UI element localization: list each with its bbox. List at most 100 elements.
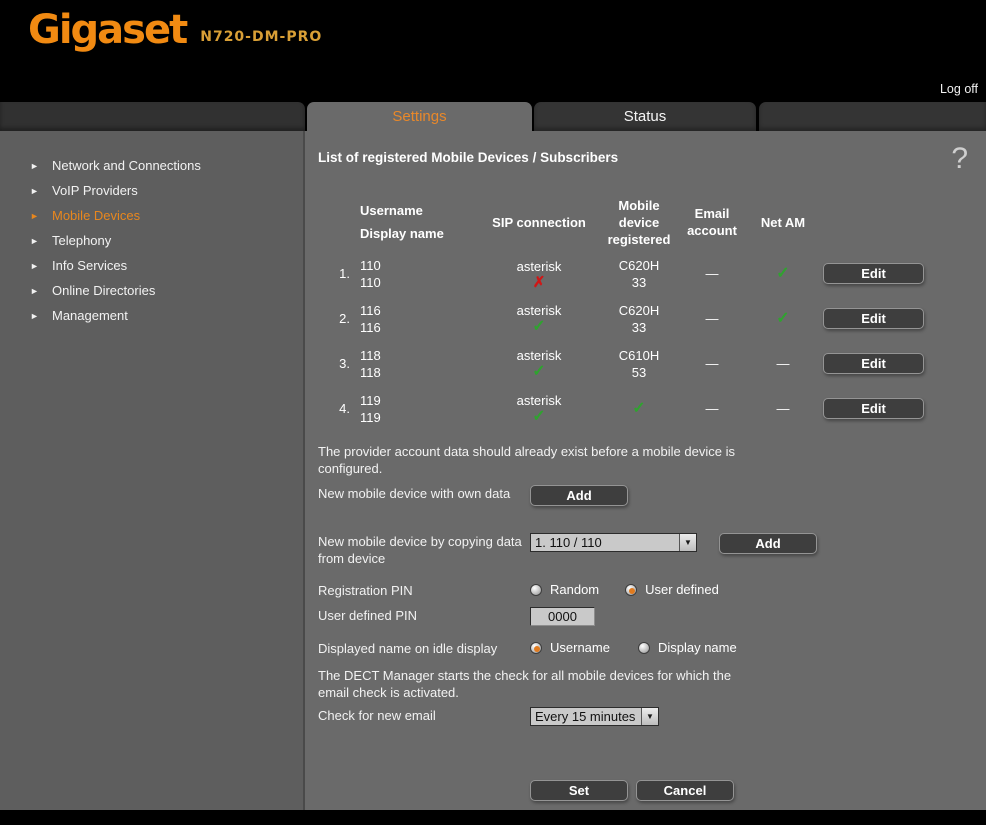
col-net-am: Net AM (745, 214, 821, 231)
arrow-right-icon: ► (30, 211, 52, 221)
radio-icon (638, 642, 650, 654)
set-button[interactable]: Set (530, 780, 628, 801)
user-defined-pin-input[interactable] (530, 607, 595, 626)
user-defined-pin-row: User defined PIN (318, 607, 966, 626)
action-buttons: Set Cancel (530, 780, 966, 801)
sidebar-item-label: Telephony (52, 233, 111, 248)
tabbar-right-spacer (759, 102, 986, 131)
radio-random-label: Random (550, 582, 599, 597)
gigaset-logo: Gigaset (28, 8, 186, 52)
registration-pin-label: Registration PIN (318, 582, 530, 599)
cross-icon: ✗ (479, 275, 599, 290)
sidebar: ► Network and Connections ► VoIP Provide… (0, 131, 305, 810)
check-icon: ✓ (479, 409, 599, 425)
sidebar-item-online-directories[interactable]: ► Online Directories (0, 278, 303, 303)
radio-random[interactable]: Random (530, 582, 599, 597)
arrow-right-icon: ► (30, 311, 52, 321)
tab-settings[interactable]: Settings (307, 102, 532, 131)
copy-source-device-value: 1. 110 / 110 (531, 534, 679, 551)
row-number: 2. (328, 311, 354, 326)
col-email-account: Email account (679, 205, 745, 239)
chevron-down-icon: ▼ (641, 708, 658, 725)
sidebar-item-management[interactable]: ► Management (0, 303, 303, 328)
sidebar-item-label: Mobile Devices (52, 208, 140, 223)
sidebar-item-label: Info Services (52, 258, 127, 273)
sidebar-item-voip-providers[interactable]: ► VoIP Providers (0, 178, 303, 203)
check-icon: ✓ (776, 265, 789, 282)
display-name-value: 110 (360, 274, 479, 291)
brand-row: Gigaset N720-DM-PRO (28, 8, 322, 52)
sip-connection-name: asterisk (479, 302, 599, 319)
sidebar-item-label: Network and Connections (52, 158, 201, 173)
arrow-right-icon: ► (30, 186, 52, 196)
edit-button[interactable]: Edit (823, 308, 924, 329)
cancel-button[interactable]: Cancel (636, 780, 734, 801)
radio-user-defined-label: User defined (645, 582, 719, 597)
new-device-copy-label: New mobile device by copying data from d… (318, 533, 530, 567)
user-defined-pin-label: User defined PIN (318, 607, 530, 624)
arrow-right-icon: ► (30, 261, 52, 271)
displayed-name-row: Displayed name on idle display Username … (318, 640, 966, 657)
sidebar-item-label: Online Directories (52, 283, 155, 298)
username-value: 110 (360, 257, 479, 274)
sip-connection-name: asterisk (479, 392, 599, 409)
sidebar-item-network-and-connections[interactable]: ► Network and Connections (0, 153, 303, 178)
radio-display-name[interactable]: Display name (638, 640, 737, 655)
col-username: Username (360, 202, 479, 219)
radio-selected-icon (625, 584, 637, 596)
table-row: 2. 116 116 asterisk ✓ C620H 33 — ✓ (328, 296, 966, 341)
footer-bar (0, 810, 986, 825)
tab-bar: Settings Status (0, 100, 986, 131)
net-am-value: — (745, 355, 821, 372)
username-value: 119 (360, 392, 479, 409)
sip-connection-name: asterisk (479, 347, 599, 364)
chevron-down-icon: ▼ (679, 534, 696, 551)
username-value: 118 (360, 347, 479, 364)
email-account-value: — (679, 400, 745, 417)
arrow-right-icon: ► (30, 236, 52, 246)
add-own-device-button[interactable]: Add (530, 485, 628, 506)
radio-user-defined[interactable]: User defined (625, 582, 719, 597)
table-row: 1. 110 110 asterisk ✗ C620H 33 — ✓ (328, 251, 966, 296)
row-number: 4. (328, 401, 354, 416)
check-icon: ✓ (776, 310, 789, 327)
edit-button[interactable]: Edit (823, 398, 924, 419)
email-check-interval-select[interactable]: Every 15 minutes ▼ (530, 707, 659, 726)
radio-username[interactable]: Username (530, 640, 610, 655)
email-check-interval-value: Every 15 minutes (531, 708, 641, 725)
edit-button[interactable]: Edit (823, 353, 924, 374)
displayed-name-label: Displayed name on idle display (318, 640, 530, 657)
device-model: C610H (599, 347, 679, 364)
add-copied-device-button[interactable]: Add (719, 533, 817, 554)
row-number: 3. (328, 356, 354, 371)
sidebar-item-mobile-devices[interactable]: ► Mobile Devices (0, 203, 303, 228)
copy-source-device-select[interactable]: 1. 110 / 110 ▼ (530, 533, 697, 552)
radio-username-label: Username (550, 640, 610, 655)
sidebar-item-label: VoIP Providers (52, 183, 138, 198)
page: Gigaset N720-DM-PRO Log off Settings Sta… (0, 0, 986, 825)
sidebar-item-telephony[interactable]: ► Telephony (0, 228, 303, 253)
table-header-row: Username Display name SIP connection Mob… (328, 193, 966, 251)
col-mobile-device-registered: Mobile device registered (599, 197, 679, 248)
display-name-value: 119 (360, 409, 479, 426)
email-account-value: — (679, 310, 745, 327)
registration-pin-row: Registration PIN Random User defined (318, 582, 966, 599)
arrow-right-icon: ► (30, 161, 52, 171)
registered-devices-table: Username Display name SIP connection Mob… (328, 193, 966, 431)
sip-connection-name: asterisk (479, 258, 599, 275)
email-check-label: Check for new email (318, 707, 530, 724)
check-icon: ✓ (479, 319, 599, 335)
help-icon[interactable]: ? (951, 143, 968, 175)
sidebar-item-info-services[interactable]: ► Info Services (0, 253, 303, 278)
device-number: 33 (599, 274, 679, 291)
log-off-link[interactable]: Log off (940, 82, 978, 96)
email-account-value: — (679, 355, 745, 372)
col-username-displayname: Username Display name (354, 202, 479, 242)
tab-status[interactable]: Status (534, 102, 756, 131)
net-am-value: — (745, 400, 821, 417)
edit-button[interactable]: Edit (823, 263, 924, 284)
table-row: 3. 118 118 asterisk ✓ C610H 53 — — (328, 341, 966, 386)
page-title: List of registered Mobile Devices / Subs… (318, 150, 966, 165)
dect-manager-note: The DECT Manager starts the check for al… (318, 667, 748, 701)
tabbar-left-spacer (0, 102, 305, 131)
